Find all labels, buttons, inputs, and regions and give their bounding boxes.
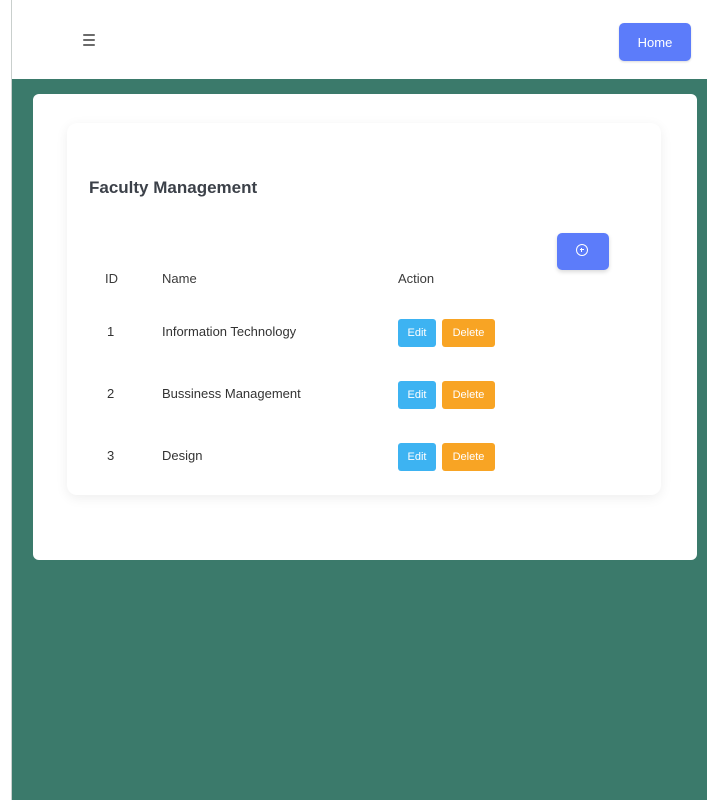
- add-faculty-button[interactable]: [557, 233, 609, 270]
- content-panel: Faculty Management ID Name Action 1 Info…: [33, 94, 697, 560]
- plus-circle-icon: [576, 244, 588, 256]
- left-edge-strip: [0, 0, 12, 800]
- page-title: Faculty Management: [89, 178, 258, 197]
- row-name: Information Technology: [162, 324, 297, 339]
- delete-button[interactable]: Delete: [442, 443, 495, 471]
- top-navbar: Home: [12, 0, 707, 79]
- delete-button[interactable]: Delete: [442, 319, 495, 347]
- row-id: 1: [107, 324, 115, 339]
- edit-button[interactable]: Edit: [398, 443, 436, 471]
- edit-button[interactable]: Edit: [398, 381, 436, 409]
- home-button[interactable]: Home: [619, 23, 691, 61]
- row-name: Bussiness Management: [162, 386, 301, 401]
- column-header-id: ID: [105, 271, 118, 286]
- faculty-card: Faculty Management ID Name Action 1 Info…: [67, 123, 661, 495]
- hamburger-icon[interactable]: [82, 30, 100, 48]
- column-header-name: Name: [162, 271, 197, 286]
- edit-button[interactable]: Edit: [398, 319, 436, 347]
- row-id: 2: [107, 386, 115, 401]
- app-page: Home Faculty Management ID Name Action 1: [0, 0, 707, 800]
- delete-button[interactable]: Delete: [442, 381, 495, 409]
- main-content-area: Faculty Management ID Name Action 1 Info…: [12, 79, 707, 800]
- row-name: Design: [162, 448, 203, 463]
- column-header-action: Action: [398, 271, 435, 286]
- row-id: 3: [107, 448, 115, 463]
